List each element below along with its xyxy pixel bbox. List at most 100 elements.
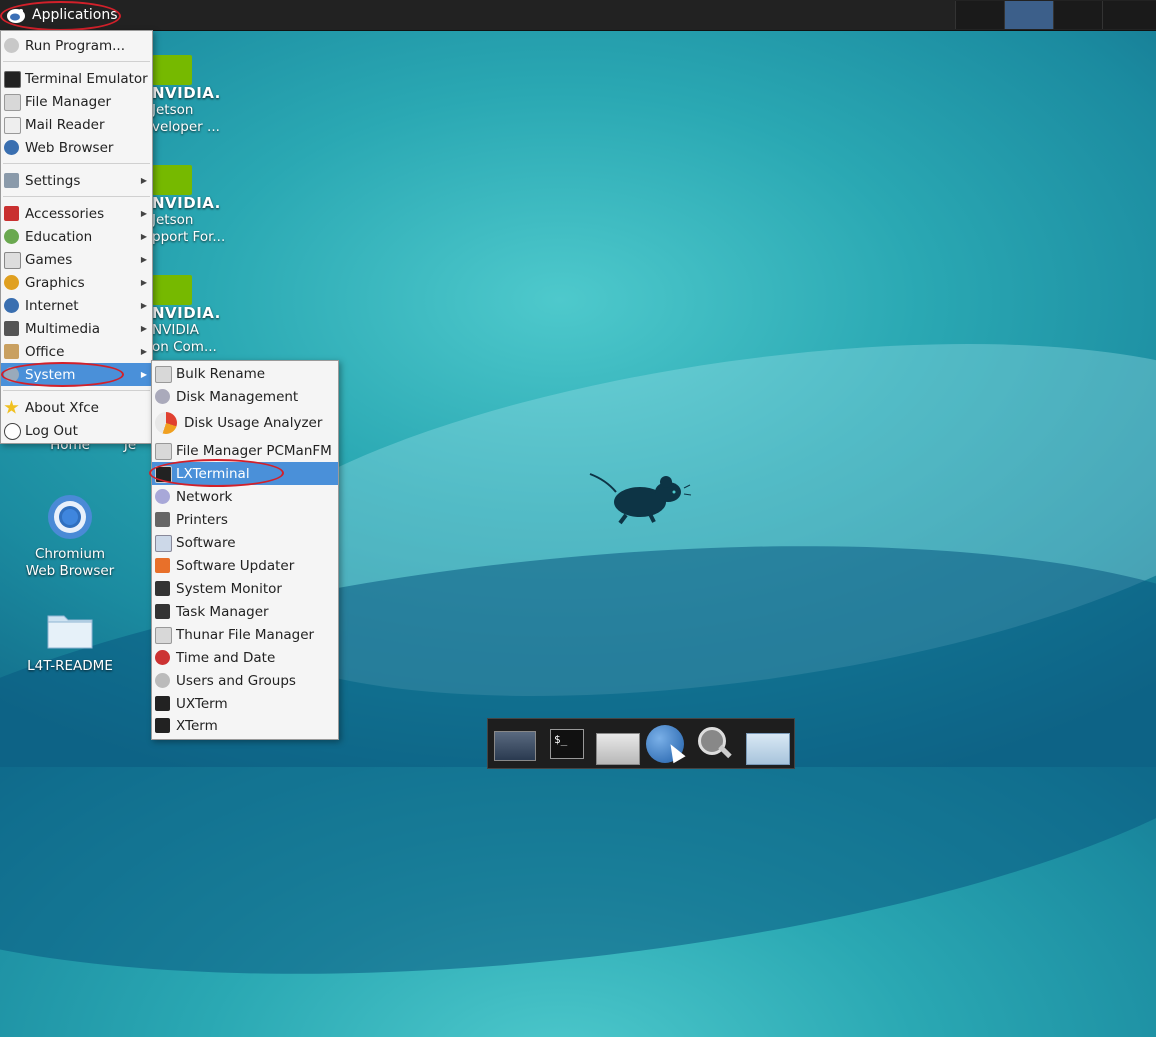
chromium-label-line1: Chromium bbox=[34, 546, 106, 562]
workspace-3[interactable] bbox=[1053, 1, 1102, 29]
menu-separator bbox=[3, 390, 150, 391]
menu-label: Run Program... bbox=[25, 37, 126, 54]
menu-item-lxterminal[interactable]: LXTerminal bbox=[152, 462, 338, 485]
desktop-icon-jetson-support[interactable]: NVIDIA. Jetson pport For... bbox=[152, 165, 232, 246]
submenu-arrow-icon: ▶ bbox=[140, 347, 147, 356]
menu-item-system[interactable]: System ▶ bbox=[1, 363, 152, 386]
menu-item-accessories[interactable]: Accessories ▶ bbox=[1, 202, 152, 225]
menu-item-software-updater[interactable]: Software Updater bbox=[152, 554, 338, 577]
menu-item-multimedia[interactable]: Multimedia ▶ bbox=[1, 317, 152, 340]
menu-item-uxterm[interactable]: UXTerm bbox=[152, 692, 338, 715]
disk-icon bbox=[155, 389, 170, 404]
menu-item-disk-usage-analyzer[interactable]: Disk Usage Analyzer bbox=[152, 409, 338, 437]
menu-label: Graphics bbox=[25, 274, 85, 291]
terminal-launcher-icon[interactable]: $_ bbox=[550, 725, 584, 763]
menu-item-graphics[interactable]: Graphics ▶ bbox=[1, 271, 152, 294]
users-icon bbox=[155, 673, 170, 688]
menu-item-settings[interactable]: Settings ▶ bbox=[1, 169, 152, 192]
clock-icon bbox=[155, 650, 170, 665]
mail-icon bbox=[4, 117, 21, 134]
menu-label: Education bbox=[25, 228, 93, 245]
menu-label: Software Updater bbox=[176, 557, 295, 574]
menu-item-task-manager[interactable]: Task Manager bbox=[152, 600, 338, 623]
xterm-icon bbox=[155, 696, 170, 711]
icon-label-line1: Jetson bbox=[152, 102, 194, 118]
workspace-1[interactable] bbox=[955, 1, 1004, 29]
menu-item-disk-management[interactable]: Disk Management bbox=[152, 385, 338, 408]
menu-item-printers[interactable]: Printers bbox=[152, 508, 338, 531]
desktop-icon-l4t-readme[interactable]: L4T-README bbox=[10, 610, 130, 675]
menu-label: Internet bbox=[25, 297, 79, 314]
accessories-icon bbox=[4, 206, 19, 221]
nvidia-brand-text: NVIDIA. bbox=[152, 304, 221, 322]
menu-item-thunar-file-manager[interactable]: Thunar File Manager bbox=[152, 623, 338, 646]
menu-item-users-and-groups[interactable]: Users and Groups bbox=[152, 669, 338, 692]
menu-item-education[interactable]: Education ▶ bbox=[1, 225, 152, 248]
top-panel: Applications bbox=[0, 0, 1156, 31]
app-finder-launcher-icon[interactable] bbox=[694, 725, 736, 763]
menu-item-internet[interactable]: Internet ▶ bbox=[1, 294, 152, 317]
submenu-arrow-icon: ▶ bbox=[140, 255, 147, 264]
icon-label-line2: pport For... bbox=[152, 229, 226, 245]
menu-item-xterm[interactable]: XTerm bbox=[152, 714, 338, 737]
show-desktop-icon[interactable] bbox=[492, 725, 536, 763]
menu-item-bulk-rename[interactable]: Bulk Rename bbox=[152, 362, 338, 385]
submenu-arrow-icon: ▶ bbox=[140, 324, 147, 333]
icon-label-line1: NVIDIA bbox=[152, 322, 199, 338]
menu-label: Network bbox=[176, 488, 233, 505]
games-icon bbox=[4, 252, 21, 269]
menu-item-log-out[interactable]: Log Out bbox=[1, 419, 152, 442]
desktop-icon-nvidia-community[interactable]: NVIDIA. NVIDIA on Com... bbox=[152, 275, 232, 356]
menu-item-file-manager-pcmanfm[interactable]: File Manager PCManFM bbox=[152, 439, 338, 462]
software-icon bbox=[155, 535, 172, 552]
web-browser-launcher-icon[interactable] bbox=[644, 725, 686, 764]
submenu-arrow-icon: ▶ bbox=[140, 176, 147, 185]
desktop-icon-chromium[interactable]: Chromium Web Browser bbox=[10, 494, 130, 580]
menu-item-file-manager[interactable]: File Manager bbox=[1, 90, 152, 113]
multimedia-icon bbox=[4, 321, 19, 336]
office-icon bbox=[4, 344, 19, 359]
submenu-arrow-icon: ▶ bbox=[140, 370, 147, 379]
nvidia-brand-text: NVIDIA. bbox=[152, 194, 221, 212]
system-icon bbox=[4, 367, 19, 382]
menu-label: Software bbox=[176, 534, 236, 551]
menu-item-web-browser[interactable]: Web Browser bbox=[1, 136, 152, 159]
menu-item-run-program[interactable]: Run Program... bbox=[1, 34, 152, 57]
folder-icon bbox=[4, 94, 21, 111]
applications-menu-button[interactable]: Applications bbox=[2, 2, 128, 28]
menu-separator bbox=[3, 61, 150, 62]
icon-label-line1: Jetson bbox=[152, 212, 194, 228]
icon-label-line2: on Com... bbox=[152, 339, 217, 355]
file-manager-launcher-icon[interactable] bbox=[746, 725, 790, 765]
nvidia-brand-text: NVIDIA. bbox=[152, 84, 221, 102]
home-folder-launcher-icon[interactable] bbox=[596, 725, 640, 765]
menu-label: Web Browser bbox=[25, 139, 114, 156]
menu-item-terminal-emulator[interactable]: Terminal Emulator bbox=[1, 67, 152, 90]
menu-item-network[interactable]: Network bbox=[152, 485, 338, 508]
menu-item-mail-reader[interactable]: Mail Reader bbox=[1, 113, 152, 136]
xfce-wallpaper-mouse-icon bbox=[589, 473, 692, 525]
workspace-4[interactable] bbox=[1102, 1, 1156, 29]
menu-label: System Monitor bbox=[176, 580, 282, 597]
menu-label: Log Out bbox=[25, 422, 78, 439]
menu-label: Task Manager bbox=[176, 603, 269, 620]
menu-item-games[interactable]: Games ▶ bbox=[1, 248, 152, 271]
desktop-icon-jetson-developer[interactable]: NVIDIA. Jetson veloper ... bbox=[152, 55, 232, 136]
nvidia-logo-icon bbox=[152, 275, 192, 305]
run-icon bbox=[4, 38, 19, 53]
menu-label: Bulk Rename bbox=[176, 365, 266, 382]
submenu-arrow-icon: ▶ bbox=[140, 301, 147, 310]
menu-item-about-xfce[interactable]: About Xfce bbox=[1, 396, 152, 419]
applications-label: Applications bbox=[32, 7, 118, 23]
menu-label: LXTerminal bbox=[176, 465, 250, 482]
menu-label: Time and Date bbox=[176, 649, 276, 666]
menu-separator bbox=[3, 196, 150, 197]
menu-label: Settings bbox=[25, 172, 81, 189]
globe-icon bbox=[4, 140, 19, 155]
menu-item-software[interactable]: Software bbox=[152, 531, 338, 554]
menu-item-system-monitor[interactable]: System Monitor bbox=[152, 577, 338, 600]
network-icon bbox=[155, 489, 170, 504]
menu-item-time-and-date[interactable]: Time and Date bbox=[152, 646, 338, 669]
workspace-2[interactable] bbox=[1004, 1, 1053, 29]
menu-item-office[interactable]: Office ▶ bbox=[1, 340, 152, 363]
